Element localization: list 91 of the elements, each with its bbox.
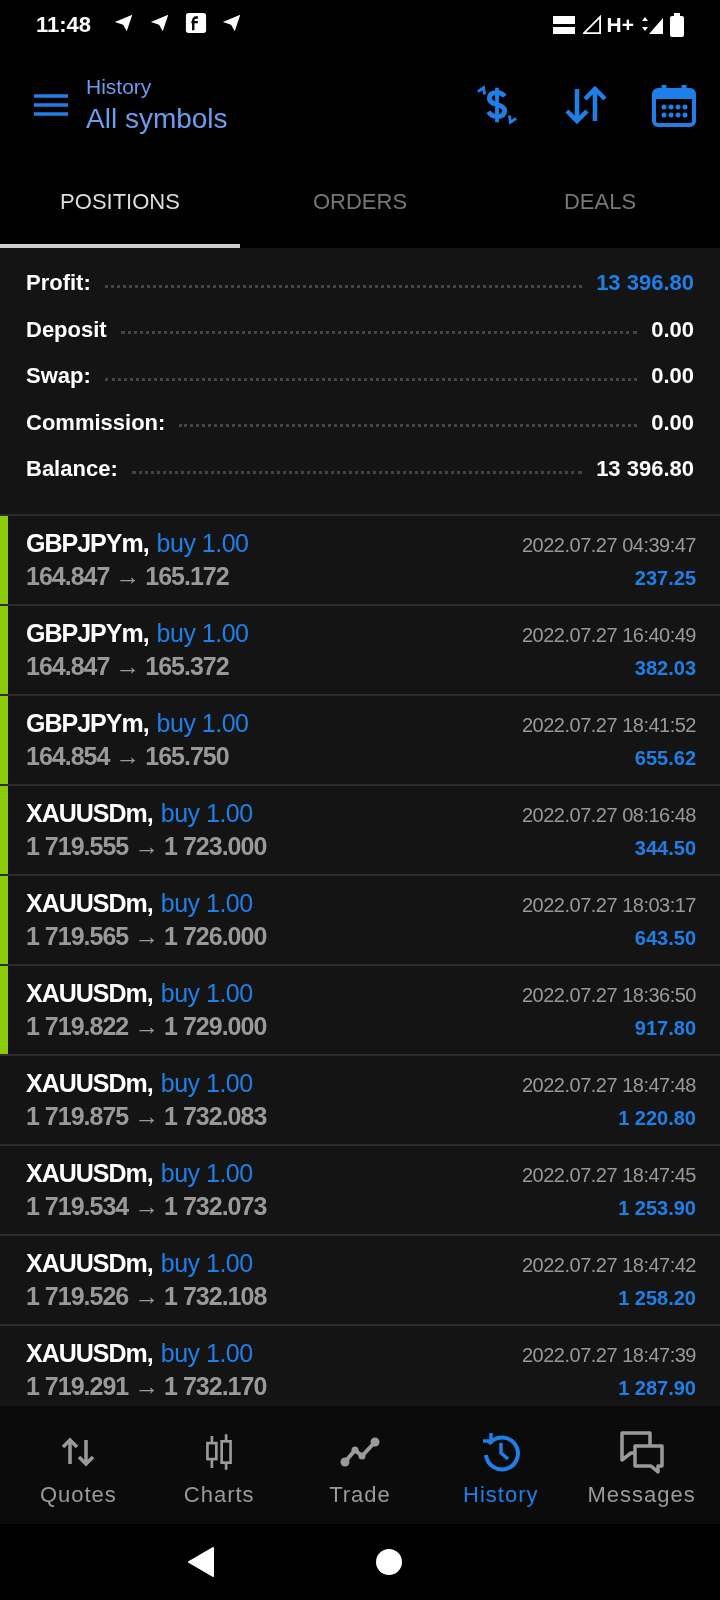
position-prices: 1 719.291 → 1 732.170 bbox=[26, 1372, 267, 1401]
position-volume: buy 1.00 bbox=[160, 1069, 253, 1097]
position-symbol: XAUUSDm, bbox=[26, 1159, 153, 1187]
position-symbol: XAUUSDm, bbox=[26, 889, 153, 917]
position-symbol: XAUUSDm, bbox=[26, 1069, 153, 1097]
summary-label: Profit: bbox=[26, 270, 91, 297]
sort-arrows-icon bbox=[564, 85, 608, 125]
network-type: H+ bbox=[606, 13, 634, 37]
position-volume: buy 1.00 bbox=[160, 1249, 253, 1277]
position-profit: 643.50 bbox=[634, 927, 696, 950]
position-profit: 1 287.90 bbox=[618, 1377, 696, 1400]
position-symbol: GBPJPYm, bbox=[26, 529, 149, 557]
position-profit: 917.80 bbox=[634, 1017, 696, 1040]
summary-label: Deposit bbox=[26, 316, 107, 343]
position-profit: 382.03 bbox=[634, 657, 696, 680]
position-time: 2022.07.27 18:36:50 bbox=[522, 984, 696, 1007]
position-time: 2022.07.27 16:40:49 bbox=[522, 624, 696, 647]
menu-button[interactable] bbox=[34, 93, 68, 117]
position-profit: 237.25 bbox=[634, 567, 696, 590]
line-chart-icon bbox=[340, 1437, 380, 1467]
nav-tab[interactable]: Charts bbox=[148, 1414, 290, 1524]
position-volume: buy 1.00 bbox=[160, 1159, 253, 1187]
app-icon bbox=[185, 12, 208, 34]
summary-value: 13 396.80 bbox=[596, 270, 694, 297]
position-symbol: GBPJPYm, bbox=[26, 709, 149, 737]
position-volume: buy 1.00 bbox=[160, 799, 253, 827]
position-symbol: XAUUSDm, bbox=[26, 1339, 153, 1367]
position-profit: 344.50 bbox=[634, 837, 696, 860]
position-volume: buy 1.00 bbox=[160, 979, 253, 1007]
position-prices: 1 719.526 → 1 732.108 bbox=[26, 1282, 267, 1311]
currency-exchange-button[interactable] bbox=[474, 82, 520, 128]
position-time: 2022.07.27 04:39:47 bbox=[522, 534, 696, 557]
position-time: 2022.07.27 18:47:39 bbox=[522, 1344, 696, 1367]
home-button[interactable] bbox=[375, 1548, 403, 1576]
chat-bubbles-icon bbox=[618, 1430, 665, 1474]
history-clock-icon bbox=[480, 1432, 521, 1472]
status-time: 11:48 bbox=[36, 12, 92, 38]
position-volume: buy 1.00 bbox=[156, 619, 249, 647]
calendar-button[interactable] bbox=[652, 83, 696, 127]
position-time: 2022.07.27 18:47:45 bbox=[522, 1164, 696, 1187]
position-prices: 1 719.555 → 1 723.000 bbox=[26, 832, 267, 861]
position-prices: 164.854 → 165.750 bbox=[26, 742, 229, 771]
nav-tab[interactable]: Quotes bbox=[8, 1414, 149, 1524]
position-profit: 1 220.80 bbox=[618, 1107, 696, 1130]
battery-icon bbox=[670, 13, 684, 37]
position-prices: 1 719.534 → 1 732.073 bbox=[26, 1192, 267, 1221]
arrows-up-down-icon bbox=[60, 1436, 97, 1468]
position-symbol: XAUUSDm, bbox=[26, 799, 153, 827]
position-prices: 1 719.875 → 1 732.083 bbox=[26, 1102, 267, 1131]
header-title: All symbols bbox=[86, 103, 229, 135]
nav-tab[interactable]: Trade bbox=[289, 1414, 431, 1524]
position-time: 2022.07.27 18:41:52 bbox=[522, 714, 696, 737]
position-time: 2022.07.27 08:16:48 bbox=[522, 804, 696, 827]
summary-value: 0.00 bbox=[651, 316, 694, 343]
position-prices: 164.847 → 165.372 bbox=[26, 652, 229, 681]
position-profit: 655.62 bbox=[634, 747, 696, 770]
nav-tab[interactable]: Messages bbox=[571, 1414, 712, 1524]
menu-icon bbox=[34, 93, 68, 117]
home-icon bbox=[375, 1548, 403, 1576]
position-symbol: XAUUSDm, bbox=[26, 979, 153, 1007]
position-symbol: GBPJPYm, bbox=[26, 619, 149, 647]
summary-value: 13 396.80 bbox=[596, 456, 694, 483]
position-prices: 164.847 → 165.172 bbox=[26, 562, 229, 591]
position-volume: buy 1.00 bbox=[160, 1339, 253, 1367]
position-volume: buy 1.00 bbox=[156, 709, 249, 737]
position-prices: 1 719.565 → 1 726.000 bbox=[26, 922, 267, 951]
summary-label: Balance: bbox=[26, 456, 118, 483]
signal-icon bbox=[640, 15, 664, 35]
summary-value: 0.00 bbox=[651, 363, 694, 390]
back-button[interactable] bbox=[187, 1546, 215, 1578]
position-time: 2022.07.27 18:47:42 bbox=[522, 1254, 696, 1277]
position-time: 2022.07.27 18:03:17 bbox=[522, 894, 696, 917]
position-profit: 1 258.20 bbox=[618, 1287, 696, 1310]
header-subtitle: History bbox=[86, 75, 153, 99]
summary-value: 0.00 bbox=[651, 409, 694, 436]
tab[interactable]: DEALS bbox=[480, 160, 720, 248]
signal-icon bbox=[582, 15, 601, 35]
position-symbol: XAUUSDm, bbox=[26, 1249, 153, 1277]
back-icon bbox=[187, 1546, 215, 1578]
summary-label: Swap: bbox=[26, 363, 91, 390]
position-volume: buy 1.00 bbox=[160, 889, 253, 917]
sort-button[interactable] bbox=[564, 85, 608, 125]
position-profit: 1 253.90 bbox=[618, 1197, 696, 1220]
tab[interactable]: ORDERS bbox=[240, 160, 480, 248]
position-prices: 1 719.822 → 1 729.000 bbox=[26, 1012, 267, 1041]
nav-tab[interactable]: History bbox=[430, 1414, 572, 1524]
calendar-icon bbox=[652, 83, 696, 127]
dollar-exchange-icon bbox=[474, 82, 520, 128]
position-volume: buy 1.00 bbox=[156, 529, 249, 557]
summary-label: Commission: bbox=[26, 409, 166, 436]
position-time: 2022.07.27 18:47:48 bbox=[522, 1074, 696, 1097]
